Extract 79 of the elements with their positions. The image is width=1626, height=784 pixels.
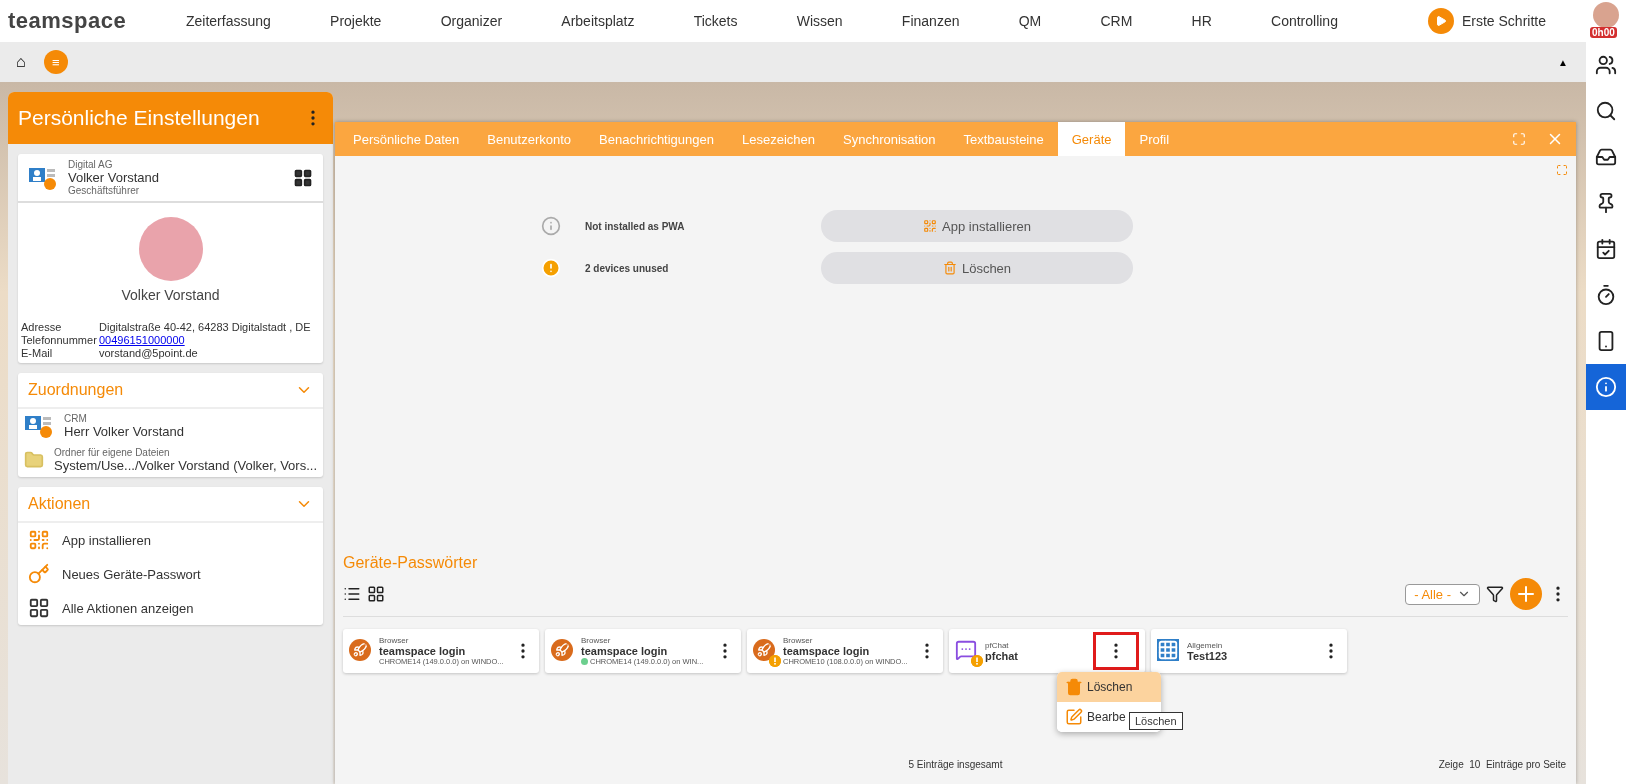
rocket-icon xyxy=(753,639,775,661)
rocket-icon xyxy=(551,639,573,661)
card-title: teamspace login xyxy=(783,645,871,657)
total-count: 5 Einträge insgesamt xyxy=(908,759,1003,770)
assignment-link[interactable]: System/Use.../Volker Vorstand (Volker, Vors... xyxy=(54,458,317,473)
play-icon xyxy=(1427,8,1454,34)
trash-icon xyxy=(942,261,957,275)
teamspace-logo[interactable]: teamspace xyxy=(8,8,186,34)
qr-code-icon xyxy=(28,529,50,551)
grid-view-icon[interactable] xyxy=(367,585,385,603)
field-label: Adresse xyxy=(21,321,63,333)
first-steps-button[interactable]: Erste Schritte xyxy=(1427,8,1546,34)
user-avatar[interactable] xyxy=(1593,2,1619,28)
card-title: teamspace login xyxy=(581,645,669,657)
card-title: teamspace login xyxy=(379,645,467,657)
list-view-icon[interactable] xyxy=(343,585,361,603)
card-caption: Allgemein xyxy=(1187,640,1224,650)
card-caption: Browser xyxy=(379,636,410,645)
assignment-caption: Ordner für eigene Dateien xyxy=(54,447,171,458)
apps-icon[interactable] xyxy=(293,167,313,188)
action-item[interactable]: Alle Aktionen anzeigen xyxy=(18,591,323,625)
section-title: Geräte-Passwörter xyxy=(343,554,479,572)
nav-item[interactable]: CRM xyxy=(1100,13,1133,29)
action-button[interactable]: App installieren xyxy=(821,210,1133,242)
nav-item[interactable]: Controlling xyxy=(1271,13,1338,29)
timer-badge: 0h00 xyxy=(1590,27,1617,38)
assignment-caption: CRM xyxy=(64,413,88,424)
info-icon[interactable] xyxy=(1586,364,1626,410)
collapse-button[interactable]: ▲ xyxy=(1552,55,1574,69)
nav-item[interactable]: Finanzen xyxy=(901,13,960,29)
home-button[interactable]: ⌂ xyxy=(12,53,30,71)
section-title: Aktionen xyxy=(28,495,91,513)
trash-icon xyxy=(1065,678,1083,696)
nav-item[interactable]: QM xyxy=(1018,13,1042,29)
phone-link[interactable]: 00496151000000 xyxy=(99,334,320,346)
card-title: Test123 xyxy=(1187,649,1229,662)
grid-icon xyxy=(28,597,50,619)
warning-icon xyxy=(541,258,561,278)
qr-code-icon xyxy=(923,219,938,233)
filter-icon[interactable] xyxy=(1486,585,1504,603)
field-value: vorstand@5point.de xyxy=(99,347,199,359)
key-icon xyxy=(28,563,50,585)
nav-item[interactable]: Projekte xyxy=(330,13,382,29)
field-label: E-Mail xyxy=(21,347,54,359)
tooltip: Löschen xyxy=(1129,712,1183,730)
card-caption: pfChat xyxy=(985,640,1010,650)
chat-icon xyxy=(955,639,977,661)
nav-item[interactable]: Organizer xyxy=(440,13,503,29)
field-label: Telefonnummer xyxy=(21,334,98,346)
info-icon xyxy=(541,216,561,236)
status-text: 2 devices unused xyxy=(585,262,670,274)
status-text: Not installed as PWA xyxy=(585,220,686,232)
nav-item[interactable]: Zeiterfassung xyxy=(186,13,271,29)
action-button[interactable]: Löschen xyxy=(821,252,1133,284)
device-card[interactable]: pfChat pfchat xyxy=(949,629,1145,673)
field-value: Digitalstraße 40-42, 64283 Digitalstadt , DE xyxy=(99,321,312,333)
rocket-icon xyxy=(349,639,371,661)
edit-icon xyxy=(1065,708,1083,726)
panel-title: Persönliche Einstellungen xyxy=(18,106,260,130)
page-size: Zeige 10 Einträge pro Seite xyxy=(1438,759,1566,770)
section-title: Zuordnungen xyxy=(28,381,124,399)
menu-item[interactable]: Löschen xyxy=(1057,672,1161,702)
nav-item[interactable]: Arbeitsplatz xyxy=(561,13,635,29)
assignment-link[interactable]: Herr Volker Vorstand xyxy=(64,424,184,439)
company-name: Digital AG xyxy=(68,159,114,170)
nav-item[interactable]: Tickets xyxy=(693,13,738,29)
grid-icon xyxy=(1157,639,1179,661)
contact-card-icon xyxy=(24,413,54,439)
device-card[interactable]: Allgemein Test123 xyxy=(1151,629,1347,673)
card-caption: Browser xyxy=(783,636,814,645)
card-caption: Browser xyxy=(581,636,612,645)
nav-item[interactable]: HR xyxy=(1191,13,1212,29)
card-title: pfchat xyxy=(985,649,1019,662)
nav-item[interactable]: Wissen xyxy=(796,13,843,29)
action-item[interactable]: Neues Geräte-Passwort xyxy=(18,557,323,591)
display-name: Volker Vorstand xyxy=(120,287,221,303)
contact-name: Volker Vorstand xyxy=(68,170,161,185)
contact-role: Geschäftsführer xyxy=(68,185,141,196)
action-item[interactable]: App installieren xyxy=(18,523,323,557)
